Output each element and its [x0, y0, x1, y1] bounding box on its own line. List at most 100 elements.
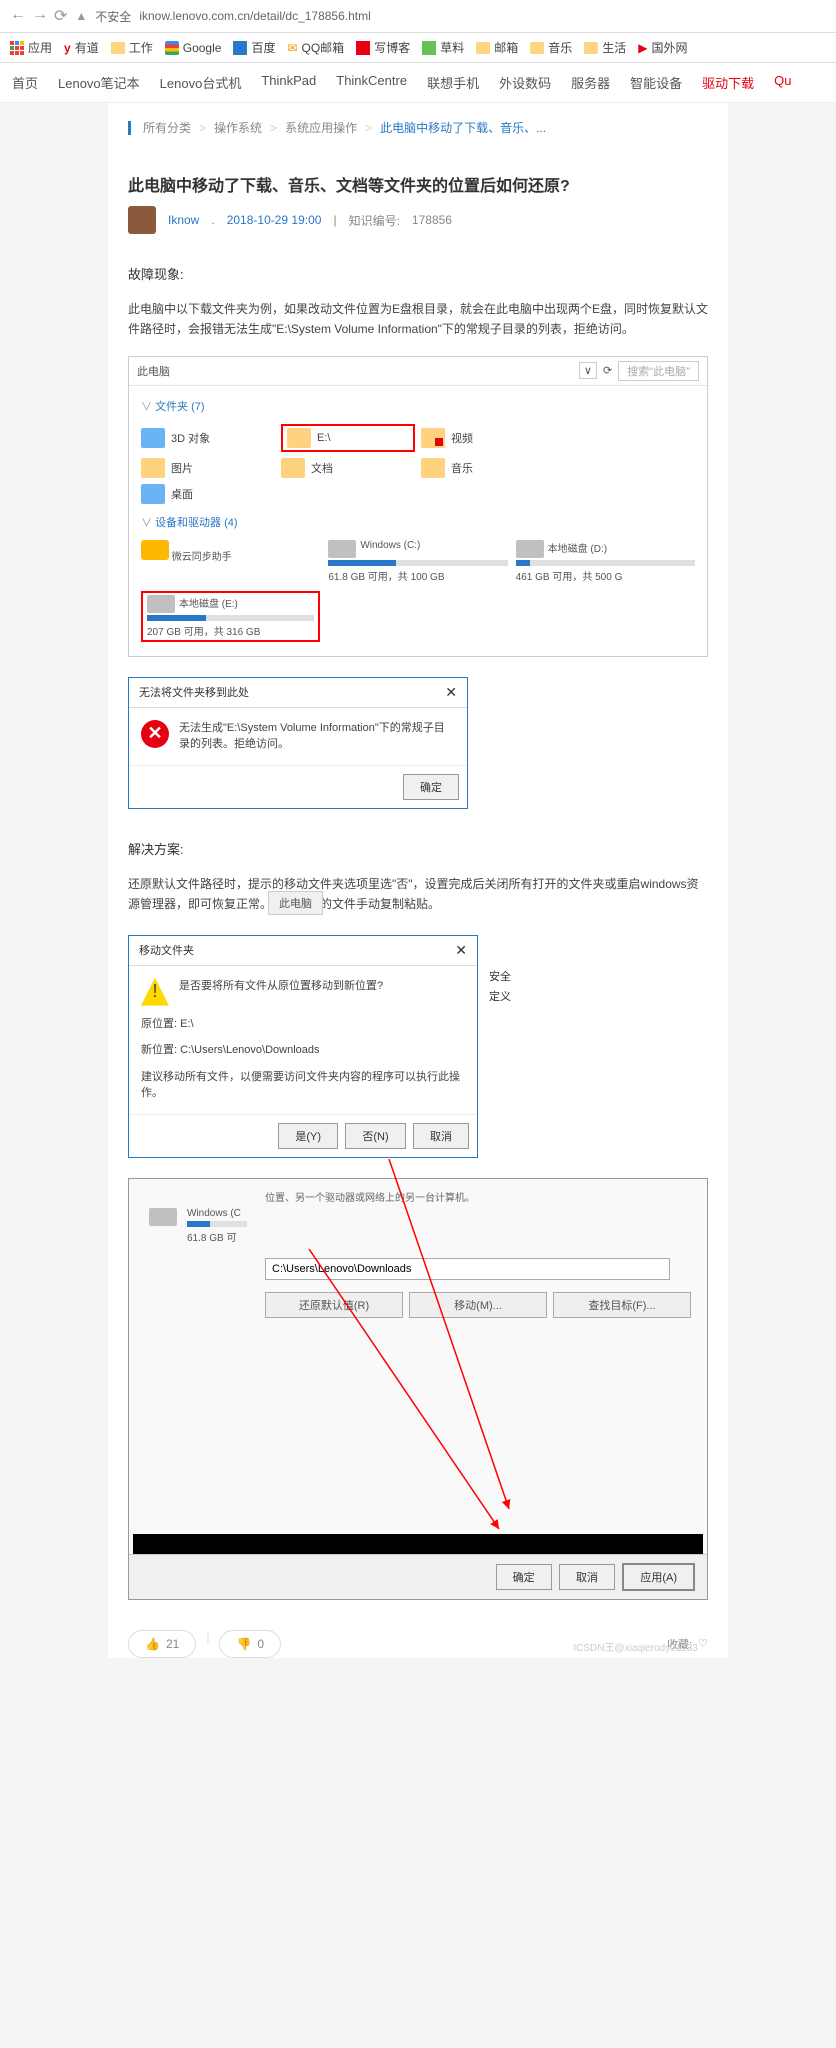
security-text: 不安全: [95, 8, 131, 25]
fault-text: 此电脑中以下载文件夹为例，如果改动文件位置为E盘根目录，就会在此电脑中出现两个E…: [108, 293, 728, 346]
devices-header[interactable]: ∨ 设备和驱动器 (4): [141, 510, 695, 534]
warning-icon: !: [141, 978, 169, 1006]
bc-sysop[interactable]: 系统应用操作: [285, 119, 357, 136]
folder-desktop[interactable]: 桌面: [141, 484, 275, 504]
close-icon[interactable]: ✕: [455, 942, 467, 959]
kb-label: 知识编号:: [349, 212, 400, 229]
close-icon[interactable]: ✕: [445, 684, 457, 701]
nav-reload-icon[interactable]: ⟳: [54, 6, 67, 26]
site-nav: 首页 Lenovo笔记本 Lenovo台式机 ThinkPad ThinkCen…: [0, 63, 836, 103]
drive-c[interactable]: Windows (C:) 61.8 GB 可用，共 100 GB: [328, 540, 507, 583]
properties-panel: 位置、另一个驱动器或网络上的另一台计算机。 Windows (C 61.8 GB…: [128, 1178, 708, 1600]
nav-server[interactable]: 服务器: [571, 73, 610, 92]
error-ok-button[interactable]: 确定: [403, 774, 459, 800]
find-target-button[interactable]: 查找目标(F)...: [553, 1292, 691, 1318]
folder-pictures[interactable]: 图片: [141, 458, 275, 478]
folder-3d[interactable]: 3D 对象: [141, 424, 275, 452]
article-footer: 👍21 | 👎0 收藏: ♡ ICSDN王@xiaqierody01233: [128, 1630, 708, 1658]
search-input[interactable]: 搜索"此电脑": [618, 361, 699, 381]
bc-all[interactable]: 所有分类: [143, 119, 191, 136]
props-desc: 位置、另一个驱动器或网络上的另一台计算机。: [265, 1189, 691, 1204]
fault-label: 故障现象:: [108, 254, 728, 293]
app-launcher[interactable]: 应用: [10, 39, 52, 56]
solution-label: 解决方案:: [108, 829, 728, 868]
error-dialog-title: 无法将文件夹移到此处: [139, 684, 249, 701]
nav-thinkcentre[interactable]: ThinkCentre: [336, 73, 407, 92]
kb-id: 178856: [412, 213, 452, 227]
bm-mail[interactable]: 邮箱: [476, 39, 518, 56]
pc-label: 此电脑: [137, 363, 170, 379]
author-avatar: [128, 206, 156, 234]
downvote-button[interactable]: 👎0: [219, 1630, 281, 1658]
bc-current: 此电脑中移动了下载、音乐、...: [380, 119, 546, 136]
orig-location: 原位置: E:\: [141, 1016, 465, 1033]
bm-cli[interactable]: 草料: [422, 39, 464, 56]
error-dialog: 无法将文件夹移到此处 ✕ ✕ 无法生成"E:\System Volume Inf…: [128, 677, 468, 809]
thumbs-up-icon: 👍: [145, 1637, 160, 1651]
bm-music[interactable]: 音乐: [530, 39, 572, 56]
bm-baidu[interactable]: 百度: [233, 39, 275, 56]
nav-thinkpad[interactable]: ThinkPad: [261, 73, 316, 92]
move-hint: 建议移动所有文件，以便需要访问文件夹内容的程序可以执行此操作。: [141, 1069, 465, 1102]
move-button[interactable]: 移动(M)...: [409, 1292, 547, 1318]
publish-date: 2018-10-29 19:00: [227, 213, 322, 227]
folders-header[interactable]: ∨ 文件夹 (7): [141, 394, 695, 418]
explorer-screenshot: 此电脑 ∨ ⟳ 搜索"此电脑" ∨ 文件夹 (7) 3D 对象 E:\ 视频 图…: [128, 356, 708, 657]
nav-home[interactable]: 首页: [12, 73, 38, 92]
props-cancel-button[interactable]: 取消: [559, 1564, 615, 1590]
security-warning-icon: ▲: [75, 9, 87, 23]
bm-qqmail[interactable]: ✉QQ邮箱: [287, 39, 344, 56]
heart-icon: ♡: [698, 1637, 708, 1650]
collect-button[interactable]: 收藏: ♡ ICSDN王@xiaqierody01233: [667, 1636, 708, 1652]
article-title: 此电脑中移动了下载、音乐、文档等文件夹的位置后如何还原?: [108, 152, 728, 206]
drive-d[interactable]: 本地磁盘 (D:) 461 GB 可用，共 500 G: [516, 540, 695, 583]
nav-desktop[interactable]: Lenovo台式机: [160, 73, 242, 92]
author-name[interactable]: Iknow: [168, 213, 199, 227]
bm-work[interactable]: 工作: [111, 39, 153, 56]
no-button-highlighted[interactable]: 否(N): [345, 1123, 405, 1149]
drive-c-mini[interactable]: Windows (C 61.8 GB 可: [149, 1208, 691, 1244]
props-ok-button[interactable]: 确定: [496, 1564, 552, 1590]
tab-custom[interactable]: 定义: [483, 986, 517, 1006]
nav-back-icon[interactable]: ←: [10, 6, 26, 26]
bm-google[interactable]: Google: [165, 41, 222, 55]
cancel-button[interactable]: 取消: [413, 1123, 469, 1149]
path-input[interactable]: [265, 1258, 670, 1280]
browser-url-bar: ← → ⟳ ▲ 不安全 iknow.lenovo.com.cn/detail/d…: [0, 0, 836, 33]
move-folder-dialog: 移动文件夹 ✕ 安全 定义 ! 是否要将所有文件从原位置移动到新位置? 原位置:…: [128, 935, 478, 1158]
yes-button[interactable]: 是(Y): [278, 1123, 338, 1149]
nav-laptop[interactable]: Lenovo笔记本: [58, 73, 140, 92]
bm-blog[interactable]: 写博客: [356, 39, 410, 56]
folder-e-highlighted[interactable]: E:\: [281, 424, 415, 452]
nav-driver[interactable]: 驱动下载: [702, 73, 754, 92]
bm-life[interactable]: 生活: [584, 39, 626, 56]
props-apply-button[interactable]: 应用(A): [622, 1563, 695, 1591]
folder-docs[interactable]: 文档: [281, 458, 415, 478]
drive-e-highlighted[interactable]: 本地磁盘 (E:) 207 GB 可用，共 316 GB: [141, 591, 320, 642]
bookmark-bar: 应用 y有道 工作 Google 百度 ✉QQ邮箱 写博客 草料 邮箱 音乐 生…: [0, 33, 836, 63]
move-question: 是否要将所有文件从原位置移动到新位置?: [179, 978, 383, 1006]
upvote-button[interactable]: 👍21: [128, 1630, 196, 1658]
error-msg: 无法生成"E:\System Volume Information"下的常规子目…: [179, 720, 455, 753]
tab-thispc[interactable]: 此电脑: [268, 891, 323, 915]
error-icon: ✕: [141, 720, 169, 748]
restore-default-button[interactable]: 还原默认值(R): [265, 1292, 403, 1318]
tab-security[interactable]: 安全: [483, 966, 517, 986]
drive-cloud[interactable]: 微云同步助手: [141, 540, 320, 583]
bc-os[interactable]: 操作系统: [214, 119, 262, 136]
bm-youdao[interactable]: y有道: [64, 39, 99, 56]
folder-video[interactable]: 视频: [421, 424, 555, 452]
nav-forward-icon[interactable]: →: [32, 6, 48, 26]
folder-music[interactable]: 音乐: [421, 458, 555, 478]
bm-foreign[interactable]: ▶国外网: [638, 39, 687, 56]
url-text[interactable]: iknow.lenovo.com.cn/detail/dc_178856.htm…: [139, 9, 370, 23]
move-dialog-title: 移动文件夹: [139, 942, 194, 959]
watermark-text: ICSDN王@xiaqierody01233: [573, 1639, 698, 1654]
article-meta: Iknow . 2018-10-29 19:00 | 知识编号: 178856: [108, 206, 728, 254]
nav-phone[interactable]: 联想手机: [427, 73, 479, 92]
nav-smart[interactable]: 智能设备: [630, 73, 682, 92]
nav-qu[interactable]: Qu: [774, 73, 791, 92]
breadcrumb: 所有分类> 操作系统> 系统应用操作> 此电脑中移动了下载、音乐、...: [108, 103, 728, 152]
thumbs-down-icon: 👎: [236, 1637, 251, 1651]
nav-peripheral[interactable]: 外设数码: [499, 73, 551, 92]
